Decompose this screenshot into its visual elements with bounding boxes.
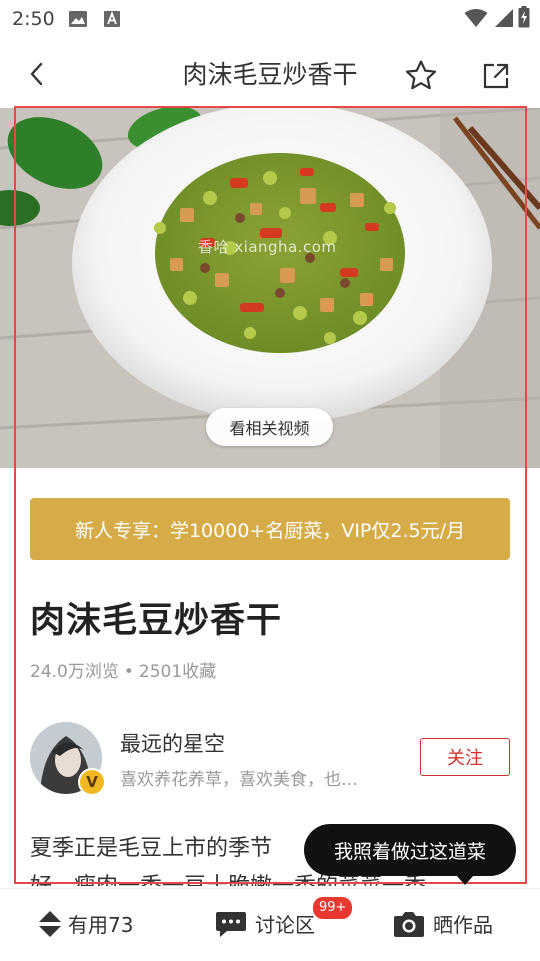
status-time: 2:50	[12, 8, 55, 30]
discussion-button[interactable]: 讨论区	[215, 909, 315, 938]
image-notification-icon	[68, 10, 88, 28]
page-title: 肉沫毛豆炒香干	[182, 60, 358, 89]
watch-video-button[interactable]: 看相关视频	[206, 408, 333, 446]
share-button[interactable]	[480, 60, 512, 92]
vip-promo-banner[interactable]: 新人专享：学10000+名厨菜，VIP仅2.5元/月	[30, 498, 510, 560]
hero-watermark: 香哈 xiangha.com	[198, 238, 337, 256]
signal-icon	[494, 8, 514, 28]
recipe-title: 肉沫毛豆炒香干	[30, 601, 283, 641]
favorite-button[interactable]	[403, 58, 439, 94]
verified-badge: V	[78, 768, 106, 796]
bottom-action-bar: 有用73 讨论区 99+ 晒作品	[0, 888, 540, 961]
follow-button[interactable]: 关注	[420, 738, 510, 776]
battery-icon	[518, 6, 530, 28]
stats-separator: •	[123, 662, 134, 682]
discussion-label: 讨论区	[255, 913, 315, 937]
author-description: 喜欢养花养草，喜欢美食，也…	[120, 770, 358, 790]
text-notification-icon	[103, 10, 121, 28]
chat-bubble-icon	[216, 911, 246, 937]
top-nav-bar: 肉沫毛豆炒香干	[0, 38, 540, 110]
show-work-label: 晒作品	[433, 913, 493, 937]
recipe-stats: 24.0万浏览 • 2501收藏	[30, 657, 216, 682]
status-bar: 2:50	[0, 0, 540, 38]
camera-icon	[394, 911, 424, 937]
view-count: 24.0万浏览	[30, 662, 119, 682]
useful-label: 有用73	[68, 913, 134, 937]
author-name[interactable]: 最远的星空	[120, 728, 225, 758]
favorite-count: 2501收藏	[138, 662, 217, 682]
share-icon	[483, 63, 509, 89]
show-work-button[interactable]: 晒作品	[393, 909, 493, 938]
made-this-tooltip[interactable]: 我照着做过这道菜	[304, 824, 516, 885]
useful-button[interactable]: 有用73	[38, 909, 133, 938]
star-icon	[405, 60, 437, 90]
vote-arrows-icon	[39, 910, 61, 937]
discussion-count-badge: 99+	[312, 896, 354, 920]
wifi-icon	[464, 8, 488, 28]
